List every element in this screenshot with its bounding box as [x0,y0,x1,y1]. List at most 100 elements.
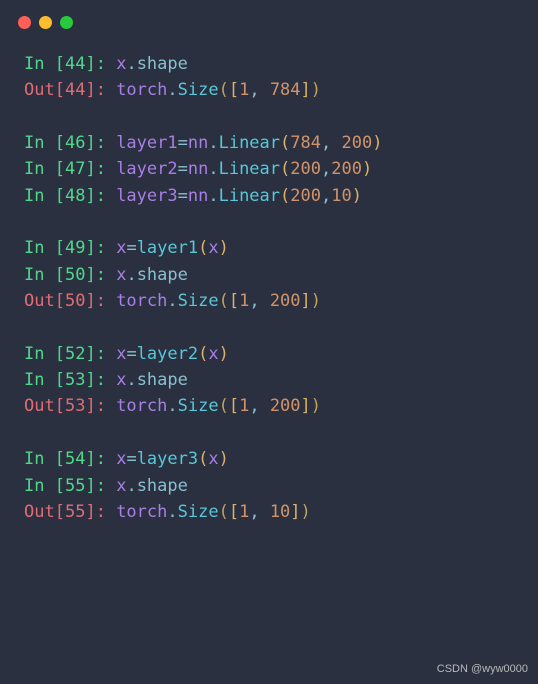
num: 784 [270,80,301,100]
bracket: [ [55,238,65,258]
out-prompt: Out [24,80,55,100]
paren: ) [219,449,229,469]
comma: , [321,159,331,179]
var-x: x [208,344,218,364]
var-layer2: layer2 [116,159,177,179]
comma: , [249,80,269,100]
var-x: x [116,449,126,469]
size-call: Size [178,291,219,311]
colon: : [96,80,116,100]
bracket: ] [290,502,300,522]
dot: . [126,265,136,285]
size-call: Size [178,396,219,416]
dot: . [167,502,177,522]
num: 1 [239,291,249,311]
bracket: ] [301,396,311,416]
bracket: ] [85,449,95,469]
paren: ) [311,291,321,311]
bracket: [ [55,502,65,522]
close-icon[interactable] [18,16,31,29]
in-prompt: In [24,449,55,469]
colon: : [96,186,116,206]
bracket: ] [85,291,95,311]
code-line: In [52]: x=layer2(x) [24,341,514,367]
size-call: Size [178,80,219,100]
torch: torch [116,502,167,522]
dot: . [126,370,136,390]
code-line: In [50]: x.shape [24,262,514,288]
bracket: ] [85,344,95,364]
comma: , [249,502,269,522]
bracket: [ [55,54,65,74]
paren: ) [219,238,229,258]
var-x: x [208,449,218,469]
maximize-icon[interactable] [60,16,73,29]
bracket: ] [85,238,95,258]
code-line: In [48]: layer3=nn.Linear(200,10) [24,183,514,209]
paren: ( [219,80,229,100]
bracket: ] [85,476,95,496]
attr-shape: shape [137,54,188,74]
bracket: ] [85,370,95,390]
bracket: ] [85,159,95,179]
num: 200 [270,396,301,416]
prompt-number: 52 [65,344,85,364]
bracket: [ [55,291,65,311]
minimize-icon[interactable] [39,16,52,29]
blank-line [24,420,514,446]
code-line: Out[50]: torch.Size([1, 200]) [24,288,514,314]
bracket: [ [55,133,65,153]
eq: = [178,186,188,206]
code-line: In [47]: layer2=nn.Linear(200,200) [24,156,514,182]
code-line: In [46]: layer1=nn.Linear(784, 200) [24,130,514,156]
out-prompt: Out [24,502,55,522]
in-prompt: In [24,159,55,179]
paren: ) [352,186,362,206]
paren: ) [219,344,229,364]
eq: = [126,238,136,258]
torch: torch [116,80,167,100]
num: 200 [341,133,372,153]
blank-line [24,209,514,235]
bracket: ] [85,54,95,74]
comma: , [321,133,341,153]
colon: : [96,344,116,364]
colon: : [96,54,116,74]
colon: : [96,449,116,469]
out-prompt: Out [24,396,55,416]
bracket: [ [55,80,65,100]
terminal-window: In [44]: x.shape Out[44]: torch.Size([1,… [0,0,538,525]
dot: . [208,186,218,206]
size-call: Size [178,502,219,522]
prompt-number: 44 [65,80,85,100]
code-line: Out[55]: torch.Size([1, 10]) [24,499,514,525]
torch: torch [116,291,167,311]
var-x: x [116,54,126,74]
blank-line [24,314,514,340]
bracket: [ [229,396,239,416]
colon: : [96,159,116,179]
colon: : [96,502,116,522]
prompt-number: 48 [65,186,85,206]
var-layer1: layer1 [116,133,177,153]
attr-shape: shape [137,370,188,390]
num: 1 [239,80,249,100]
comma: , [249,396,269,416]
paren: ( [219,502,229,522]
code-line: Out[53]: torch.Size([1, 200]) [24,393,514,419]
blank-line [24,104,514,130]
dot: . [126,54,136,74]
dot: . [208,159,218,179]
var-layer3: layer3 [116,186,177,206]
eq: = [126,449,136,469]
layer-call: layer3 [137,449,198,469]
paren: ) [311,396,321,416]
prompt-number: 53 [65,370,85,390]
num: 200 [290,186,321,206]
code-line: In [54]: x=layer3(x) [24,446,514,472]
nn: nn [188,133,208,153]
eq: = [126,344,136,364]
in-prompt: In [24,54,55,74]
code-line: In [49]: x=layer1(x) [24,235,514,261]
bracket: [ [229,80,239,100]
